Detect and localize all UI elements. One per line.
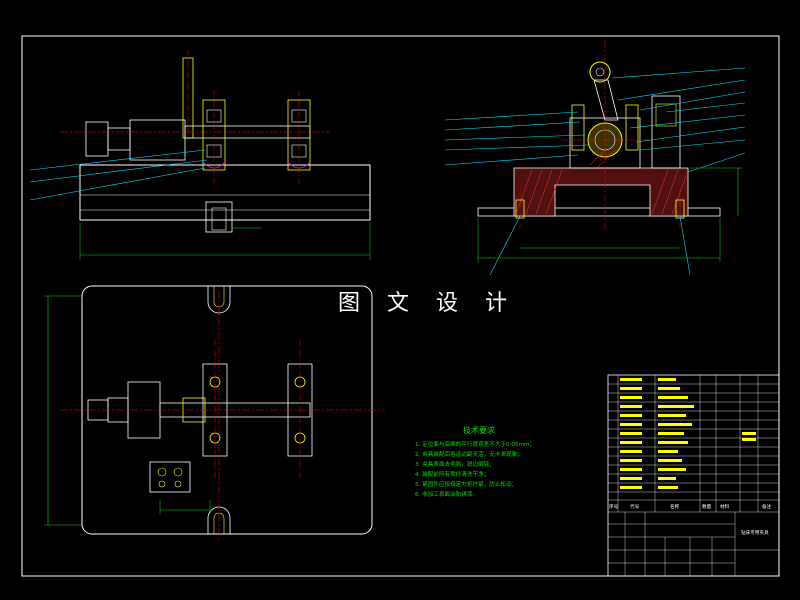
bom-header: 备注 xyxy=(762,503,772,510)
tech-req-item: 3. 夹具表面去毛刺，锐边倒钝； xyxy=(415,460,495,468)
top-view xyxy=(44,285,385,540)
title-block: 序号 代号 名称 数量 材料 备注 钻床专用夹具 xyxy=(607,374,780,577)
bom-header: 数量 xyxy=(702,503,712,510)
tech-req-item: 4. 装配前所有零件清洗干净； xyxy=(415,470,489,478)
watermark-text: 图 文 设 计 xyxy=(338,291,517,316)
bom-header: 序号 xyxy=(609,503,619,510)
tech-req-item: 2. 夹具装配后各运动副灵活，无卡滞现象； xyxy=(415,450,523,458)
tech-req-item: 1. 定位面与底面的平行度误差不大于0.05mm； xyxy=(415,440,535,448)
bom-header: 材料 xyxy=(720,503,730,510)
bom-header: 名称 xyxy=(670,503,680,510)
side-view xyxy=(444,40,746,276)
cad-drawing: 图 文 设 计 技术要求 1. 定位面与底面的平行度误差不大于0.05mm； 2… xyxy=(21,35,780,577)
technical-requirements: 技术要求 1. 定位面与底面的平行度误差不大于0.05mm； 2. 夹具装配后各… xyxy=(415,425,535,498)
tech-req-title: 技术要求 xyxy=(463,425,495,435)
front-view xyxy=(29,50,371,260)
drawing-name: 钻床专用夹具 xyxy=(741,529,769,536)
tech-req-item: 5. 紧固件应按规定力矩拧紧，防止松动； xyxy=(415,480,517,488)
tech-req-item: 6. 非加工表面涂防锈漆。 xyxy=(415,490,478,498)
bom-header: 代号 xyxy=(630,503,640,510)
